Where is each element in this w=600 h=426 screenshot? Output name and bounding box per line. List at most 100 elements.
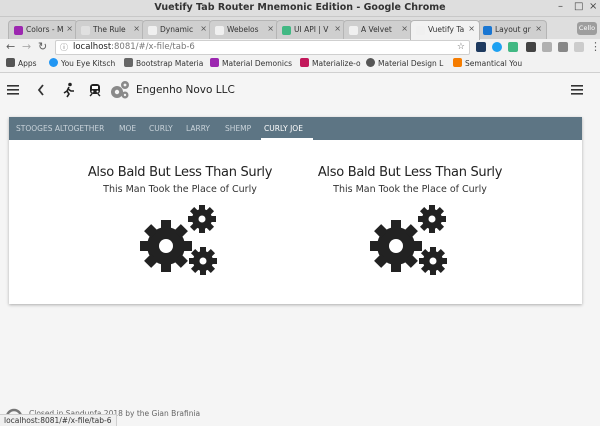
tab-favicon-icon — [483, 26, 492, 35]
bookmark-favicon-icon — [124, 58, 133, 67]
menu-icon[interactable] — [7, 85, 19, 95]
gears-icon — [140, 205, 217, 275]
status-bar-url: localhost:8081/#/x-file/tab-6 — [0, 414, 117, 426]
tab-favicon-icon — [81, 26, 90, 35]
active-tab-indicator — [261, 138, 313, 140]
browser-tab-active[interactable]: Vuetify Ta × — [410, 20, 480, 40]
bookmark-item[interactable]: You Eye Kitsch — [49, 58, 115, 70]
extension-icon[interactable] — [526, 42, 536, 52]
address-bar[interactable]: ⓘ localhost:8081/#/x-file/tab-6 ☆ — [55, 40, 470, 55]
bookmark-label: Material Design L — [378, 59, 444, 68]
profile-badge[interactable]: Cello — [577, 22, 597, 35]
tab-close-icon[interactable]: × — [401, 24, 408, 33]
tab-close-icon[interactable]: × — [66, 24, 73, 33]
back-icon[interactable]: ← — [6, 40, 15, 54]
browser-tab[interactable]: The Rule × — [75, 20, 145, 39]
chrome-menu-icon[interactable]: ⋮ — [590, 40, 600, 54]
panel-subheading: This Man Took the Place of Curly — [103, 184, 257, 195]
vue-devtools-icon[interactable] — [508, 42, 518, 52]
bookmark-apps[interactable]: Apps — [6, 58, 37, 70]
apps-grid-icon — [6, 58, 15, 67]
settings-gears-icon[interactable] — [109, 80, 131, 100]
tab-label: UI API | V — [294, 25, 329, 34]
tab-close-icon[interactable]: × — [334, 24, 341, 33]
tab-favicon-icon — [416, 26, 425, 35]
tab-favicon-icon — [14, 26, 23, 35]
bookmark-item[interactable]: Semantical You — [453, 58, 522, 70]
twitter-extension-icon[interactable] — [492, 42, 502, 52]
tab-label: The Rule — [93, 25, 126, 34]
tab-moe[interactable]: Moe — [119, 124, 136, 133]
address-url: localhost:8081/#/x-file/tab-6 — [73, 41, 195, 54]
close-window-icon[interactable]: × — [589, 1, 597, 12]
browser-tab[interactable]: A Velvet × — [343, 20, 413, 39]
subway-icon[interactable] — [88, 83, 102, 97]
tab-shemp[interactable]: Shemp — [225, 124, 251, 133]
panel-left: Also Bald But Less Than Surly This Man T… — [70, 165, 290, 195]
bookmark-item[interactable]: Material Design L — [366, 58, 443, 70]
url-path: :8081/#/x-file/tab-6 — [111, 42, 195, 52]
tab-label: Webelos — [227, 25, 259, 34]
bookmark-label: Apps — [18, 59, 37, 68]
menu-right-icon[interactable] — [571, 85, 583, 95]
tab-curly-joe[interactable]: Curly Joe — [264, 124, 303, 133]
browser-tabstrip: Colors - M × The Rule × Dynamic × Webelo… — [0, 17, 600, 40]
tab-close-icon[interactable]: × — [267, 24, 274, 33]
window-titlebar: Vuetify Tab Router Mnemonic Edition - Go… — [0, 0, 600, 17]
window-title: Vuetify Tab Router Mnemonic Edition - Go… — [154, 2, 446, 13]
tab-label: Dynamic — [160, 25, 194, 34]
browser-tab[interactable]: Dynamic × — [142, 20, 212, 39]
browser-tab[interactable]: Layout gr × — [477, 20, 547, 39]
browser-tab[interactable]: Colors - M × — [8, 20, 78, 39]
forward-icon[interactable]: → — [22, 40, 31, 54]
tab-label: Layout gr — [495, 25, 531, 34]
bookmark-label: Material Demonics — [222, 59, 293, 68]
tab-close-icon[interactable]: × — [535, 24, 542, 33]
bookmark-favicon-icon — [49, 58, 58, 67]
extension-icon[interactable] — [542, 42, 552, 52]
extension-icon[interactable] — [476, 42, 486, 52]
bookmark-item[interactable]: Material Demonics — [210, 58, 292, 70]
content-card: Stooges Altogether Moe Curly Larry Shemp… — [9, 117, 582, 304]
bookmark-label: Bootstrap Materia — [136, 59, 204, 68]
stooge-tabbar: Stooges Altogether Moe Curly Larry Shemp… — [9, 117, 582, 140]
bookmark-star-icon[interactable]: ☆ — [457, 41, 465, 54]
tab-favicon-icon — [215, 26, 224, 35]
bookmark-item[interactable]: Bootstrap Materia — [124, 58, 203, 70]
tab-favicon-icon — [349, 26, 358, 35]
bookmark-favicon-icon — [300, 58, 309, 67]
bookmark-label: You Eye Kitsch — [61, 59, 116, 68]
bookmark-label: Materialize-o — [312, 59, 361, 68]
maximize-icon[interactable]: □ — [574, 1, 583, 12]
bookmarks-bar: Apps You Eye Kitsch Bootstrap Materia Ma… — [0, 56, 600, 73]
bookmark-favicon-icon — [366, 58, 375, 67]
extension-icon[interactable] — [558, 42, 568, 52]
browser-tab[interactable]: Webelos × — [209, 20, 279, 39]
url-host: localhost — [73, 42, 112, 52]
panel-subheading: This Man Took the Place of Curly — [333, 184, 487, 195]
browser-toolbar: ← → ↻ ⌂ ⓘ localhost:8081/#/x-file/tab-6 … — [0, 39, 600, 56]
chevron-left-icon[interactable] — [37, 84, 45, 96]
panel-right: Also Bald But Less Than Surly This Man T… — [300, 165, 520, 195]
running-figure-icon[interactable] — [62, 82, 76, 98]
tab-curly[interactable]: Curly — [149, 124, 173, 133]
bookmark-favicon-icon — [210, 58, 219, 67]
tab-larry[interactable]: Larry — [186, 124, 210, 133]
tab-label: Colors - M — [26, 25, 64, 34]
panel-heading: Also Bald But Less Than Surly — [87, 165, 273, 180]
minimize-icon[interactable]: – — [558, 1, 563, 12]
tab-close-icon[interactable]: × — [133, 24, 140, 33]
page-info-icon[interactable]: ⓘ — [60, 41, 68, 54]
app-toolbar: Engenho Novo LLC — [0, 74, 600, 108]
tab-close-icon[interactable]: × — [200, 24, 207, 33]
panel-heading: Also Bald But Less Than Surly — [317, 165, 503, 180]
tab-label: Vuetify Ta — [428, 25, 465, 34]
gears-icon — [370, 205, 447, 275]
tab-favicon-icon — [148, 26, 157, 35]
reload-icon[interactable]: ↻ — [38, 40, 47, 54]
bookmark-item[interactable]: Materialize-o — [300, 58, 361, 70]
extension-icon[interactable] — [574, 42, 584, 52]
browser-tab[interactable]: UI API | V × — [276, 20, 346, 39]
tab-stooges-altogether[interactable]: Stooges Altogether — [16, 124, 104, 133]
tab-close-icon[interactable]: × — [468, 24, 475, 33]
